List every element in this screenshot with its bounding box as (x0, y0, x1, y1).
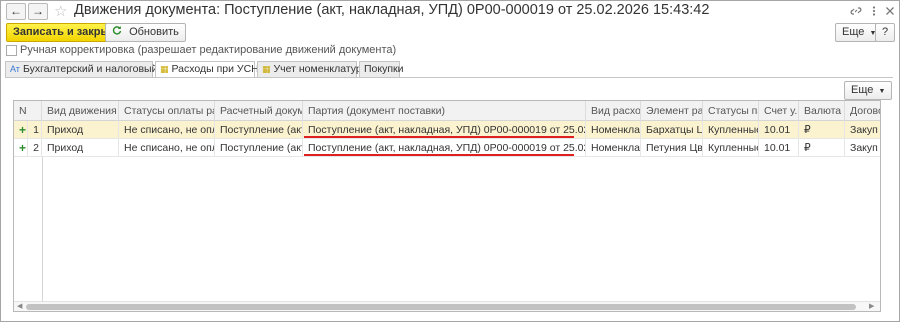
batch-highlight-underline (304, 154, 574, 156)
cell-movement: Приход (42, 121, 119, 139)
table-header: N Вид движения Статусы оплаты расх... Ра… (14, 101, 880, 121)
forward-button[interactable]: → (28, 3, 48, 20)
scrollbar-thumb[interactable] (26, 304, 856, 310)
scroll-left-icon[interactable]: ◀ (17, 302, 22, 311)
cell-payment-status: Не списано, не оплач... (119, 121, 215, 139)
help-button[interactable]: ? (875, 23, 896, 42)
column-divider (42, 157, 43, 301)
cell-movement: Приход (42, 139, 119, 157)
column-header-expense-type[interactable]: Вид расхода (586, 101, 641, 121)
accounting-register-icon: Ат (10, 64, 20, 74)
column-header-contract[interactable]: Договор (845, 101, 880, 121)
cell-currency: ₽ (799, 139, 845, 157)
row-number: 2 (28, 139, 42, 157)
column-header-account[interactable]: Счет у... (759, 101, 799, 121)
cell-contract: Закуп (845, 139, 880, 157)
column-header-batch[interactable]: Партия (документ поставки) (303, 101, 586, 121)
more-vertical-icon[interactable] (867, 5, 881, 20)
tab-purchases[interactable]: Покупки (359, 61, 404, 77)
dropdown-arrow-icon: ▼ (878, 88, 886, 95)
cell-element: Петуния Цве... (641, 139, 703, 157)
cell-payment-status: Не списано, не оплач... (119, 139, 215, 157)
scroll-right-icon[interactable]: ▶ (869, 302, 874, 311)
cell-settlement-doc: Поступление (акт, н... (215, 139, 303, 157)
more-label: Еще (842, 26, 865, 38)
tab-accounting-tax[interactable]: Ат Бухгалтерский и налоговый учет (2) (5, 61, 197, 77)
column-header-movement[interactable]: Вид движения (42, 101, 119, 121)
manual-adjustment-checkbox[interactable] (6, 45, 17, 56)
refresh-icon (112, 26, 125, 38)
cell-element: Бархатцы Цв... (641, 121, 703, 139)
back-button[interactable]: ← (6, 3, 26, 20)
cell-expense-type: Номенклат... (586, 139, 641, 157)
column-header-n[interactable]: N (14, 101, 42, 121)
column-header-element[interactable]: Элемент рас... (641, 101, 703, 121)
batch-highlight-underline (304, 136, 574, 138)
cell-contract: Закуп (845, 121, 880, 139)
cell-expense-type: Номенклат... (586, 121, 641, 139)
tab-usn-expenses[interactable]: ▦ Расходы при УСН (2) (155, 61, 275, 78)
cell-batch-status: Купленные (703, 121, 759, 139)
column-header-currency[interactable]: Валюта (799, 101, 845, 121)
forward-arrow-icon: → (32, 4, 44, 18)
window-title: Движения документа: Поступление (акт, на… (74, 2, 710, 18)
cell-account: 10.01 (759, 121, 799, 139)
row-add-marker: + (14, 139, 28, 157)
close-icon[interactable] (883, 5, 897, 20)
register-icon: ▦ (160, 64, 169, 74)
plus-icon: + (19, 141, 27, 155)
horizontal-scrollbar[interactable]: ◀ ▶ (14, 301, 880, 311)
plus-icon: + (19, 123, 27, 137)
link-icon[interactable] (849, 5, 863, 20)
row-number: 1 (28, 121, 42, 139)
row-add-marker: + (14, 121, 28, 139)
movements-table: N Вид движения Статусы оплаты расх... Ра… (13, 100, 881, 312)
refresh-button[interactable]: Обновить (105, 23, 186, 42)
cell-settlement-doc: Поступление (акт, н... (215, 121, 303, 139)
back-arrow-icon: ← (10, 4, 22, 18)
manual-adjustment-label: Ручная корректировка (разрешает редактир… (20, 44, 397, 56)
more-label: Еще (851, 84, 874, 96)
cell-batch-status: Купленные (703, 139, 759, 157)
document-movements-window: ← → ☆ Движения документа: Поступление (а… (0, 0, 900, 322)
tab-nomenclature[interactable]: ▦ Учет номенклатуры (2) (257, 61, 385, 77)
cell-currency: ₽ (799, 121, 845, 139)
grid-more-button[interactable]: Еще ▼ (844, 81, 893, 100)
register-icon: ▦ (262, 64, 271, 74)
tab-label: Покупки (364, 63, 404, 75)
column-header-batch-status[interactable]: Статусы па... (703, 101, 759, 121)
refresh-label: Обновить (129, 26, 179, 38)
favorite-star-icon[interactable]: ☆ (54, 2, 67, 20)
cell-account: 10.01 (759, 139, 799, 157)
column-header-settlement-doc[interactable]: Расчетный документ (215, 101, 303, 121)
tab-divider (5, 77, 893, 78)
column-header-payment-status[interactable]: Статусы оплаты расх... (119, 101, 215, 121)
title-bar: ← → ☆ Движения документа: Поступление (а… (1, 1, 899, 23)
